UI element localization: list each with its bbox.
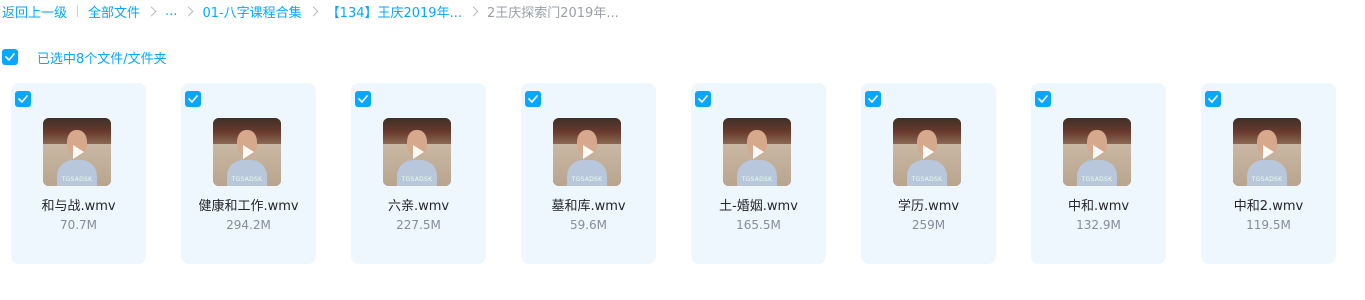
video-thumbnail[interactable]: TGSADSK <box>893 118 961 186</box>
file-size: 119.5M <box>1246 218 1291 232</box>
breadcrumb-level1[interactable]: 01-八字课程合集 <box>202 2 301 21</box>
file-checkbox[interactable] <box>525 91 541 107</box>
breadcrumb: 返回上一级 全部文件 ... 01-八字课程合集 【134】王庆2019年...… <box>2 2 619 21</box>
file-size: 259M <box>911 218 946 232</box>
thumbnail-watermark: TGSADSK <box>571 176 603 183</box>
file-name[interactable]: 健康和工作.wmv <box>181 195 316 214</box>
play-icon <box>923 145 934 159</box>
file-size: 165.5M <box>736 218 781 232</box>
thumbnail-watermark: TGSADSK <box>231 176 263 183</box>
file-card[interactable]: TGSADSK 墓和库.wmv 59.6M <box>521 83 656 264</box>
thumbnail-watermark: TGSADSK <box>401 176 433 183</box>
video-thumbnail[interactable]: TGSADSK <box>1233 118 1301 186</box>
play-icon <box>583 145 594 159</box>
play-icon <box>243 145 254 159</box>
chevron-right-icon <box>146 6 157 16</box>
file-checkbox[interactable] <box>1205 91 1221 107</box>
checkmark-icon <box>358 95 368 103</box>
checkmark-icon <box>1038 95 1048 103</box>
file-card[interactable]: TGSADSK 健康和工作.wmv 294.2M <box>181 83 316 264</box>
checkmark-icon <box>698 95 708 103</box>
video-thumbnail[interactable]: TGSADSK <box>43 118 111 186</box>
checkmark-icon <box>18 95 28 103</box>
checkmark-icon <box>868 95 878 103</box>
file-size: 294.2M <box>226 218 271 232</box>
checkmark-icon <box>1208 95 1218 103</box>
video-thumbnail[interactable]: TGSADSK <box>383 118 451 186</box>
checkmark-icon <box>528 95 538 103</box>
breadcrumb-level2[interactable]: 【134】王庆2019年... <box>327 2 462 21</box>
chevron-right-icon <box>308 6 319 16</box>
file-card[interactable]: TGSADSK 土-婚姻.wmv 165.5M <box>691 83 826 264</box>
file-size: 70.7M <box>59 218 98 232</box>
chevron-right-icon <box>468 6 479 16</box>
file-checkbox[interactable] <box>695 91 711 107</box>
file-name[interactable]: 学历.wmv <box>861 195 996 214</box>
play-icon <box>1263 145 1274 159</box>
play-icon <box>413 145 424 159</box>
thumbnail-watermark: TGSADSK <box>911 176 943 183</box>
back-link[interactable]: 返回上一级 <box>2 2 67 21</box>
file-name[interactable]: 墓和库.wmv <box>521 195 656 214</box>
checkmark-icon <box>5 53 15 61</box>
breadcrumb-all-files[interactable]: 全部文件 <box>88 2 140 21</box>
file-card[interactable]: TGSADSK 学历.wmv 259M <box>861 83 996 264</box>
file-name[interactable]: 土-婚姻.wmv <box>691 195 826 214</box>
thumbnail-watermark: TGSADSK <box>1081 176 1113 183</box>
file-card[interactable]: TGSADSK 中和.wmv 132.9M <box>1031 83 1166 264</box>
video-thumbnail[interactable]: TGSADSK <box>723 118 791 186</box>
thumbnail-watermark: TGSADSK <box>1251 176 1283 183</box>
play-icon <box>73 145 84 159</box>
file-size: 227.5M <box>396 218 441 232</box>
breadcrumb-divider <box>77 5 79 17</box>
file-card[interactable]: TGSADSK 中和2.wmv 119.5M <box>1201 83 1336 264</box>
video-thumbnail[interactable]: TGSADSK <box>553 118 621 186</box>
chevron-right-icon <box>183 6 194 16</box>
thumbnail-watermark: TGSADSK <box>61 176 93 183</box>
file-card[interactable]: TGSADSK 和与战.wmv 70.7M <box>11 83 146 264</box>
breadcrumb-ellipsis[interactable]: ... <box>165 4 177 19</box>
thumbnail-watermark: TGSADSK <box>741 176 773 183</box>
file-checkbox[interactable] <box>355 91 371 107</box>
file-name[interactable]: 和与战.wmv <box>11 195 146 214</box>
file-checkbox[interactable] <box>865 91 881 107</box>
file-size: 59.6M <box>569 218 608 232</box>
file-name[interactable]: 中和2.wmv <box>1201 195 1336 214</box>
file-card[interactable]: TGSADSK 六亲.wmv 227.5M <box>351 83 486 264</box>
selection-count: 已选中8个文件/文件夹 <box>37 51 167 67</box>
file-checkbox[interactable] <box>185 91 201 107</box>
video-thumbnail[interactable]: TGSADSK <box>1063 118 1131 186</box>
play-icon <box>753 145 764 159</box>
checkmark-icon <box>188 95 198 103</box>
video-thumbnail[interactable]: TGSADSK <box>213 118 281 186</box>
breadcrumb-current: 2王庆探索门2019年... <box>486 5 619 21</box>
selection-bar: 已选中8个文件/文件夹 <box>2 48 167 67</box>
file-size: 132.9M <box>1076 218 1121 232</box>
file-checkbox[interactable] <box>1035 91 1051 107</box>
play-icon <box>1093 145 1104 159</box>
select-all-checkbox[interactable] <box>2 49 18 65</box>
file-name[interactable]: 六亲.wmv <box>351 195 486 214</box>
file-name[interactable]: 中和.wmv <box>1031 195 1166 214</box>
file-checkbox[interactable] <box>15 91 31 107</box>
